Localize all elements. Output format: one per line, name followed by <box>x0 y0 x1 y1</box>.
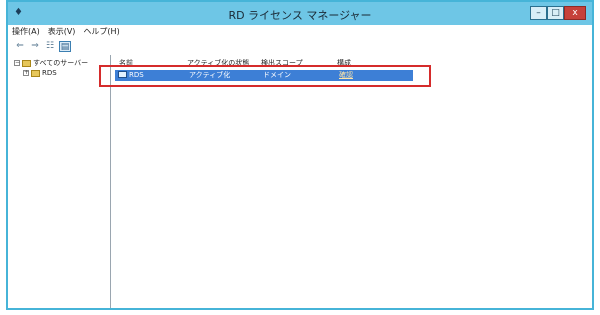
menu-view[interactable]: 表示(V) <box>48 25 76 39</box>
tree-item-rds[interactable]: + RDS <box>23 69 57 77</box>
tree-root-label: すべてのサーバー <box>33 59 89 67</box>
window-title: RD ライセンス マネージャー <box>228 9 372 22</box>
tree-child-label: RDS <box>42 69 57 77</box>
menu-bar: 操作(A) 表示(V) ヘルプ(H) <box>8 25 592 39</box>
menu-action[interactable]: 操作(A) <box>12 25 40 39</box>
details-pane: 名前 アクティブ化の状態 検出スコープ 構成 RDS アクティブ化 ドメイン 確… <box>113 55 594 308</box>
title-bar[interactable]: ♦ RD ライセンス マネージャー – □ x <box>8 2 592 25</box>
red-highlight-box <box>99 65 431 87</box>
list-view-icon[interactable]: ☷ <box>44 41 56 52</box>
tree-root[interactable]: − すべてのサーバー <box>14 58 88 68</box>
expand-icon[interactable]: + <box>23 70 29 76</box>
close-button[interactable]: x <box>564 6 586 20</box>
minimize-button[interactable]: – <box>530 6 547 20</box>
server-icon <box>31 69 40 77</box>
window-controls: – □ x <box>530 6 586 20</box>
app-window: ♦ RD ライセンス マネージャー – □ x 操作(A) 表示(V) ヘルプ(… <box>6 0 594 310</box>
back-arrow-icon[interactable]: ⇐ <box>14 41 26 52</box>
tree-pane: − すべてのサーバー + RDS <box>11 55 111 308</box>
forward-arrow-icon[interactable]: ⇒ <box>29 41 41 52</box>
collapse-icon[interactable]: − <box>14 60 20 66</box>
toolbar: ⇐ ⇒ ☷ ▤ <box>8 39 592 53</box>
maximize-button[interactable]: □ <box>547 6 564 20</box>
detail-view-icon[interactable]: ▤ <box>59 40 71 52</box>
menu-help[interactable]: ヘルプ(H) <box>83 25 119 39</box>
servers-icon <box>22 59 31 67</box>
